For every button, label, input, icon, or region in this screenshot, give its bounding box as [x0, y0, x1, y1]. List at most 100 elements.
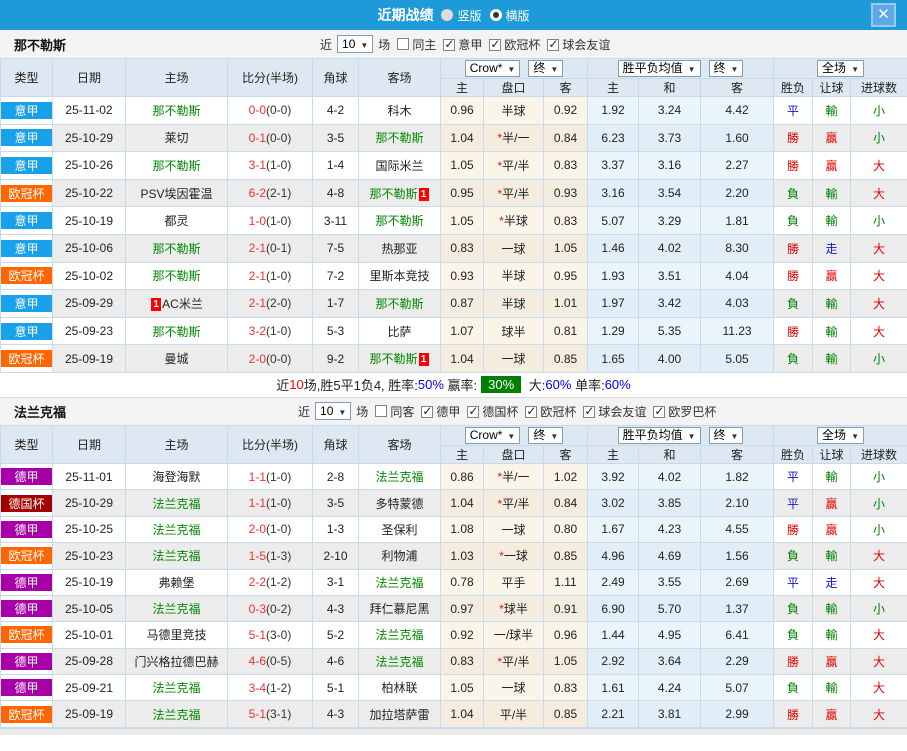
avg-away: 6.41 — [699, 621, 775, 649]
away-team-cell: 科木 — [358, 96, 441, 125]
odds-handicap: 半球 — [483, 96, 544, 125]
score-cell: 3-4(1-2) — [227, 674, 313, 702]
result-wdl: 負 — [773, 206, 814, 235]
home-team: 法兰克福 — [152, 522, 201, 537]
league-checkbox-label[interactable]: 球会友谊 — [598, 405, 646, 419]
avg-home: 1.46 — [587, 233, 639, 263]
league-checkbox-label[interactable]: 德国杯 — [482, 405, 518, 419]
scope-select[interactable]: 全场 — [817, 426, 864, 444]
halftime-score: (1-2) — [266, 575, 292, 590]
odds-handicap: *半/一 — [483, 123, 544, 153]
radio-vertical-layout[interactable] — [441, 9, 454, 21]
score-cell: 5-1(3-1) — [227, 700, 313, 728]
avg-type-select[interactable]: 胜平负均值 — [617, 60, 701, 77]
corner-count: 5-2 — [312, 621, 359, 649]
col-away: 客场 — [358, 58, 441, 97]
result-goals: 大 — [850, 261, 907, 291]
result-handicap: 贏 — [812, 261, 852, 291]
league-checkbox[interactable] — [467, 404, 480, 418]
odds-home: 1.05 — [440, 206, 484, 235]
away-team-cell: 比萨 — [358, 316, 441, 346]
radio-horizontal-label[interactable]: 横版 — [506, 7, 530, 24]
avg-draw: 4.95 — [638, 621, 701, 649]
corner-count: 5-3 — [312, 316, 359, 346]
scope-select[interactable]: 全场 — [817, 60, 864, 77]
match-date: 25-09-19 — [52, 344, 126, 373]
avg-type-select[interactable]: 胜平负均值 — [617, 426, 701, 444]
home-team: 那不勒斯 — [152, 158, 201, 173]
match-row: 德甲 25-09-28 门兴格拉德巴赫 4-6(0-5) 4-6 法兰克福 0.83 *平/半… — [0, 647, 907, 676]
score-cell: 0-0(0-0) — [227, 96, 313, 125]
col-home: 主场 — [125, 424, 228, 464]
halftime-score: (1-2) — [266, 680, 292, 695]
league-checkbox[interactable] — [421, 404, 434, 418]
league-checkbox-label[interactable]: 欧冠杯 — [504, 38, 540, 52]
avg-home: 2.49 — [587, 568, 639, 596]
odds-final-select[interactable]: 终 — [528, 426, 564, 444]
league-checkbox[interactable] — [443, 37, 456, 51]
same-venue-checkbox[interactable] — [375, 405, 388, 418]
recent-count-select[interactable]: 10 — [315, 402, 352, 421]
league-checkbox-label[interactable]: 欧罗巴杯 — [668, 405, 716, 419]
col-result-wdl: 胜负 — [773, 78, 814, 97]
league-badge: 意甲 — [1, 156, 52, 174]
odds-final-select[interactable]: 终 — [528, 60, 564, 77]
odds-home: 1.03 — [440, 542, 484, 570]
away-team: 国际米兰 — [375, 158, 424, 173]
league-badge: 意甲 — [1, 294, 52, 312]
avg-draw: 3.42 — [638, 289, 701, 318]
away-team-cell: 那不勒斯 1 — [358, 178, 441, 208]
league-checkbox-label[interactable]: 意甲 — [458, 38, 482, 52]
close-icon[interactable]: ✕ — [871, 3, 896, 27]
score-cell: 2-2(1-2) — [227, 568, 313, 596]
home-team-cell: 曼城 — [125, 344, 228, 373]
league-checkbox[interactable] — [547, 37, 560, 51]
fulltime-score: 2-0 — [248, 522, 266, 537]
league-checkbox-label[interactable]: 欧冠杯 — [540, 405, 576, 419]
odds-handicap: 半球 — [483, 261, 544, 291]
result-goals: 小 — [850, 594, 907, 623]
team-title: 那不勒斯 — [14, 37, 67, 53]
summary-segment: 30% — [481, 376, 522, 394]
league-checkbox[interactable] — [525, 404, 538, 418]
league-checkbox-label[interactable]: 球会友谊 — [562, 38, 610, 52]
avg-draw: 5.70 — [638, 594, 701, 623]
odds-company-select[interactable]: Crow* — [464, 426, 521, 444]
avg-away: 11.23 — [699, 316, 775, 346]
odds-company-select[interactable]: Crow* — [464, 60, 521, 77]
avg-final-select[interactable]: 终 — [708, 426, 744, 444]
avg-away: 5.07 — [699, 674, 775, 702]
league-badge: 德甲 — [1, 652, 52, 670]
result-goals: 大 — [850, 568, 907, 596]
same-venue-checkbox[interactable] — [397, 38, 410, 50]
league-badge: 欧冠杯 — [1, 184, 52, 202]
result-goals: 小 — [850, 462, 907, 491]
league-checkbox[interactable] — [653, 404, 666, 418]
red-card-badge: 1 — [418, 353, 429, 367]
score-cell: 2-1(1-0) — [227, 261, 313, 291]
odds-home: 0.86 — [440, 462, 484, 491]
score-cell: 3-2(1-0) — [227, 316, 313, 346]
match-date: 25-10-06 — [52, 233, 126, 263]
score-cell: 2-0(1-0) — [227, 515, 313, 544]
home-team-cell: 法兰克福 — [125, 700, 228, 728]
avg-final-select[interactable]: 终 — [708, 60, 744, 77]
odds-home: 0.78 — [440, 568, 484, 596]
league-checkbox-label[interactable]: 德甲 — [436, 405, 460, 419]
radio-vertical-label[interactable]: 竖版 — [457, 7, 481, 24]
radio-horizontal-layout[interactable] — [489, 9, 502, 21]
same-venue-label[interactable]: 同客 — [390, 403, 414, 420]
league-checkbox[interactable] — [489, 37, 502, 51]
same-venue-label[interactable]: 同主 — [412, 36, 436, 53]
team-filter-row: 法兰克福 近 10 场 同客 德甲 德国杯 欧冠杯 球会友谊 欧罗巴杯 — [0, 396, 907, 425]
odds-handicap: *半球 — [483, 206, 544, 235]
fulltime-score: 3-2 — [248, 324, 266, 339]
result-handicap: 贏 — [812, 647, 852, 676]
recent-count-select[interactable]: 10 — [337, 35, 374, 53]
score-cell: 2-0(0-0) — [227, 344, 313, 373]
avg-away: 2.10 — [699, 489, 775, 517]
avg-home: 2.21 — [587, 700, 639, 728]
league-type-cell: 德国杯 — [0, 489, 53, 517]
match-table: 类型 日期 主场 比分(半场) 角球 客场 Crow*终 胜平负均值终 全场 主… — [0, 58, 907, 373]
league-checkbox[interactable] — [583, 404, 596, 418]
